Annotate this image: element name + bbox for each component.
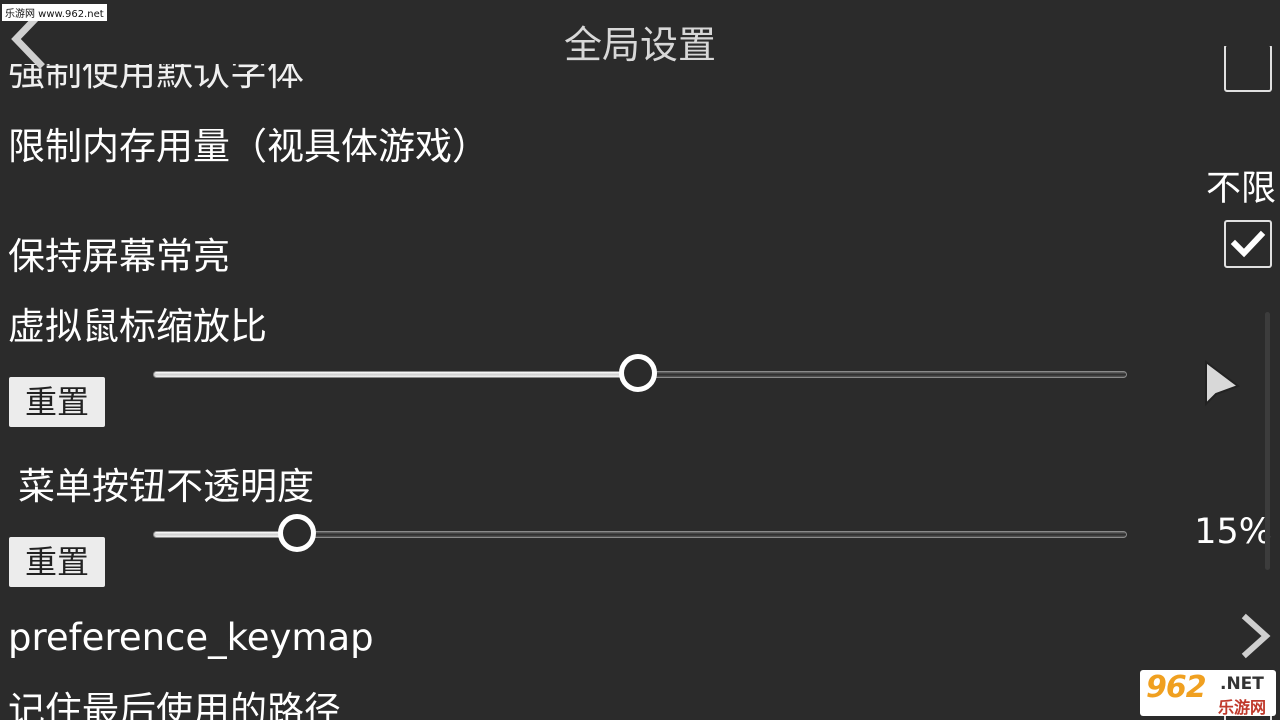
settings-screen: 乐游网 www.962.net 全局设置 强制使用默认字体 限制内存用量（视具体… — [0, 0, 1280, 720]
watermark-logo-cn: 乐游网 — [1218, 698, 1267, 716]
mouse-pointer-icon — [1205, 360, 1241, 407]
setting-memory-limit-label[interactable]: 限制内存用量（视具体游戏） — [8, 116, 489, 170]
setting-keymap-label[interactable]: preference_keymap — [8, 616, 374, 659]
keep-screen-on-checkbox[interactable] — [1224, 220, 1272, 268]
mouse-scale-slider[interactable] — [153, 354, 1127, 392]
button-opacity-value: 15% — [1194, 512, 1272, 552]
memory-limit-value[interactable]: 不限 — [1206, 160, 1276, 211]
slider-thumb[interactable] — [619, 354, 657, 392]
setting-remember-path-label[interactable]: 记住最后使用的路径 — [8, 680, 341, 720]
chevron-right-icon[interactable] — [1238, 612, 1274, 660]
check-icon — [1230, 230, 1266, 258]
button-opacity-slider[interactable] — [153, 514, 1127, 552]
button-opacity-reset-button[interactable]: 重置 — [9, 537, 105, 587]
setting-keep-screen-on-label[interactable]: 保持屏幕常亮 — [8, 226, 230, 280]
watermark-logo-net: .NET — [1220, 674, 1264, 694]
mouse-scale-reset-button[interactable]: 重置 — [9, 377, 105, 427]
scrollbar[interactable] — [1265, 312, 1270, 570]
watermark-logo: 962 .NET 乐游网 — [1140, 670, 1276, 716]
slider-fill — [154, 372, 641, 377]
setting-button-opacity-label: 菜单按钮不透明度 — [18, 465, 314, 508]
page-title: 全局设置 — [563, 23, 716, 67]
setting-mouse-scale-label: 虚拟鼠标缩放比 — [8, 305, 267, 348]
watermark-logo-number: 962 — [1146, 670, 1207, 705]
watermark-text: 乐游网 www.962.net — [2, 4, 107, 21]
slider-thumb[interactable] — [278, 514, 316, 552]
